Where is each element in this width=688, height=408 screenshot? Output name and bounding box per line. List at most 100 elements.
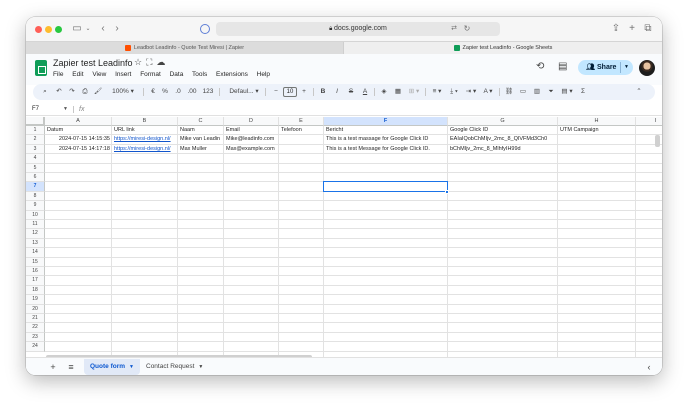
row-header-17[interactable]: 17 <box>26 276 45 286</box>
row-header-8[interactable]: 8 <box>26 191 45 202</box>
fill-handle[interactable] <box>445 189 449 194</box>
share-dropdown-icon[interactable]: ▼ <box>624 60 629 75</box>
comments-icon[interactable]: ▤ <box>558 61 567 72</box>
text-wrapping-icon[interactable]: ⇥ ▾ <box>463 84 479 100</box>
row-header-3[interactable]: 3 <box>26 144 45 155</box>
borders-icon[interactable]: ▦ <box>392 84 404 100</box>
new-tab-icon[interactable]: + <box>626 23 638 35</box>
header-cell[interactable]: Bericht <box>324 126 448 135</box>
row-header-22[interactable]: 22 <box>26 323 45 333</box>
column-header-f[interactable]: F <box>324 117 448 126</box>
row-header-15[interactable]: 15 <box>26 257 45 267</box>
bold-icon[interactable]: B <box>317 84 329 100</box>
row-header-21[interactable]: 21 <box>26 314 45 324</box>
column-header-g[interactable]: G <box>448 117 558 126</box>
insert-link-icon[interactable]: ⛓︎ <box>503 84 515 100</box>
collapse-toolbar-icon[interactable]: ⌃ <box>633 84 645 100</box>
header-cell[interactable]: URL link <box>112 126 178 135</box>
menu-view[interactable]: View <box>92 71 106 78</box>
explore-collapse-icon[interactable]: ‹ <box>642 358 656 375</box>
menu-extensions[interactable]: Extensions <box>216 71 248 78</box>
row-header-5[interactable]: 5 <box>26 163 45 173</box>
text-color-icon[interactable]: A <box>359 84 371 100</box>
version-history-icon[interactable]: ⟲ <box>536 61 544 72</box>
minimize-window-button[interactable] <box>45 26 52 33</box>
merge-cells-icon[interactable]: ⊞ ▾ <box>406 84 422 100</box>
print-icon[interactable]: ⎙ <box>79 84 91 100</box>
row-header-16[interactable]: 16 <box>26 267 45 277</box>
header-cell[interactable]: Naam <box>178 126 224 135</box>
select-all-corner[interactable] <box>26 117 45 126</box>
spreadsheet-grid[interactable]: A B C D E F G H I 1 2 3 4 5 6 7 8 9 10 11 12 13 14 15 16 17 18 19 20… <box>26 117 662 369</box>
row-header-14[interactable]: 14 <box>26 248 45 258</box>
back-icon[interactable]: ‹ <box>98 23 108 35</box>
close-window-button[interactable] <box>35 26 42 33</box>
column-header-d[interactable]: D <box>224 117 279 126</box>
name-box-dropdown-icon[interactable]: ▼ <box>63 103 68 116</box>
redo-icon[interactable]: ↷ <box>66 84 78 100</box>
header-cell[interactable]: Datum <box>45 126 112 135</box>
currency-format-button[interactable]: € <box>148 84 158 100</box>
vertical-align-icon[interactable]: ⤓ ▾ <box>446 84 462 100</box>
all-sheets-icon[interactable]: ≡ <box>64 358 78 375</box>
header-cell[interactable]: Email <box>224 126 279 135</box>
menu-data[interactable]: Data <box>170 71 184 78</box>
search-menus-icon[interactable]: ⌕ <box>39 84 51 100</box>
document-title[interactable]: Zapier test Leadinfo <box>53 58 133 68</box>
paint-format-icon[interactable]: 🖌︎ <box>92 84 104 100</box>
privacy-shield-icon[interactable] <box>200 24 210 34</box>
font-select[interactable]: Defaul... ▾ <box>225 84 263 100</box>
row-header-6[interactable]: 6 <box>26 173 45 183</box>
insert-chart-icon[interactable]: ▥ <box>531 84 543 100</box>
number-format-button[interactable]: 123 <box>201 84 215 100</box>
font-size-input[interactable]: 10 <box>283 87 297 97</box>
row-header-20[interactable]: 20 <box>26 304 45 314</box>
name-box[interactable]: F7 ▼ <box>32 103 70 116</box>
avatar[interactable] <box>639 60 655 76</box>
menu-tools[interactable]: Tools <box>192 71 207 78</box>
undo-icon[interactable]: ↶ <box>53 84 65 100</box>
menu-file[interactable]: File <box>53 71 63 78</box>
row-header-18[interactable]: 18 <box>26 285 45 296</box>
filter-icon[interactable]: ⏷ <box>545 84 557 100</box>
share-page-icon[interactable]: ⇪ <box>610 23 622 35</box>
header-cell[interactable]: UTM Campaign <box>558 126 636 135</box>
column-header-i[interactable]: I <box>636 117 662 126</box>
translate-icon[interactable]: ⇄ <box>448 23 460 35</box>
add-sheet-icon[interactable]: + <box>46 358 60 375</box>
text-rotation-icon[interactable]: A ▾ <box>480 84 496 100</box>
menu-format[interactable]: Format <box>140 71 161 78</box>
data-cell[interactable]: https://miresi-design.nl/ <box>112 135 178 144</box>
sidebar-chevron-icon[interactable]: ⌄ <box>84 23 92 35</box>
column-header-c[interactable]: C <box>178 117 224 126</box>
percent-format-button[interactable]: % <box>160 84 170 100</box>
functions-icon[interactable]: Σ <box>577 84 589 100</box>
horizontal-align-icon[interactable]: ≡ ▾ <box>429 84 445 100</box>
increase-decimal-button[interactable]: .00 <box>185 84 199 100</box>
row-header-7[interactable]: 7 <box>26 182 45 192</box>
menu-insert[interactable]: Insert <box>115 71 131 78</box>
row-header-19[interactable]: 19 <box>26 295 45 305</box>
row-header-10[interactable]: 10 <box>26 210 45 220</box>
zoom-window-button[interactable] <box>55 26 62 33</box>
row-header-9[interactable]: 9 <box>26 201 45 211</box>
column-header-h[interactable]: H <box>558 117 636 126</box>
header-cell[interactable]: Telefoon <box>279 126 324 135</box>
filter-views-icon[interactable]: ▤ ▾ <box>559 84 575 100</box>
row-header-13[interactable]: 13 <box>26 238 45 249</box>
forward-icon[interactable]: › <box>112 23 122 35</box>
column-header-b[interactable]: B <box>112 117 178 126</box>
row-header-1[interactable]: 1 <box>26 126 45 136</box>
insert-comment-icon[interactable]: ▭ <box>517 84 529 100</box>
sidebar-toggle-icon[interactable]: ▭ <box>70 23 84 35</box>
row-header-12[interactable]: 12 <box>26 229 45 239</box>
row-header-23[interactable]: 23 <box>26 332 45 343</box>
strikethrough-icon[interactable]: S <box>345 84 357 100</box>
menu-edit[interactable]: Edit <box>72 71 83 78</box>
sheet-tab-contact-request[interactable]: Contact Request ▼ <box>140 359 209 375</box>
zoom-select[interactable]: 100% ▾ <box>108 84 138 100</box>
column-header-e[interactable]: E <box>279 117 324 126</box>
sheet-tab-quote-form[interactable]: Quote form ▼ <box>84 359 140 375</box>
decrease-decimal-button[interactable]: .0 <box>172 84 184 100</box>
tab-overview-icon[interactable]: ⧉ <box>642 23 654 35</box>
